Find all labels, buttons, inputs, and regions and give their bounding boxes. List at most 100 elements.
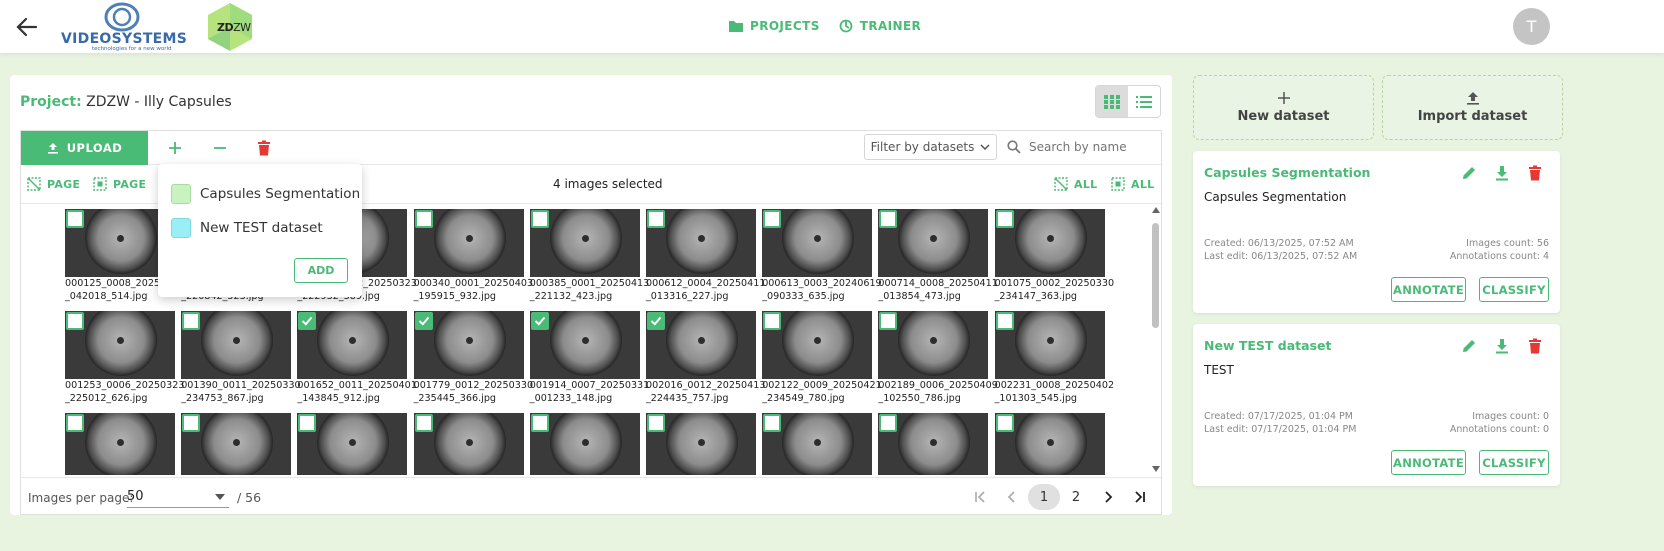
last-page-button[interactable] bbox=[1124, 484, 1156, 510]
image-checkbox[interactable] bbox=[66, 210, 84, 228]
page-2-button[interactable]: 2 bbox=[1060, 484, 1092, 510]
delete-dataset-button[interactable] bbox=[1525, 336, 1544, 355]
image-filename-line1: 000340_0001_20250403 bbox=[413, 278, 534, 289]
download-dataset-button[interactable] bbox=[1492, 163, 1511, 182]
delete-images-button[interactable] bbox=[253, 138, 275, 158]
delete-dataset-button[interactable] bbox=[1525, 163, 1544, 182]
image-checkbox[interactable] bbox=[298, 414, 317, 432]
image-checkbox[interactable] bbox=[647, 312, 665, 330]
image-checkbox[interactable] bbox=[66, 414, 84, 432]
select-all-button[interactable]: ALL bbox=[1111, 177, 1154, 191]
image-checkbox[interactable] bbox=[879, 312, 898, 330]
image-filename: 002231_0008_20250402 _101303_545.jpg bbox=[994, 379, 1114, 405]
images-per-page-value: 50 bbox=[127, 489, 144, 504]
image-checkbox[interactable] bbox=[995, 210, 1014, 228]
image-checkbox[interactable] bbox=[182, 414, 201, 432]
deselect-page-button[interactable]: PAGE bbox=[27, 177, 80, 191]
image-checkbox[interactable] bbox=[879, 210, 898, 228]
image-filename: 002189_0006_20250409 _102550_786.jpg bbox=[878, 379, 998, 405]
image-checkbox[interactable] bbox=[647, 414, 665, 432]
deselect-all-button[interactable]: ALL bbox=[1054, 177, 1097, 191]
capsule-center bbox=[698, 235, 705, 242]
edit-dataset-button[interactable] bbox=[1459, 336, 1478, 355]
capsule-center bbox=[581, 439, 589, 446]
image-checkbox[interactable] bbox=[995, 414, 1014, 432]
dataset-card-actions bbox=[1459, 163, 1544, 182]
image-checkbox[interactable] bbox=[414, 210, 433, 228]
pager: 1 2 bbox=[964, 484, 1156, 510]
popup-dataset-capsules[interactable]: Capsules Segmentation bbox=[171, 184, 360, 204]
classify-button[interactable]: CLASSIFY bbox=[1479, 277, 1549, 302]
dataset-card-description: TEST bbox=[1204, 363, 1234, 377]
dropdown-arrow-icon bbox=[215, 493, 225, 500]
image-checkbox[interactable] bbox=[182, 312, 201, 330]
image-filename-line2: _001233_148.jpg bbox=[529, 393, 613, 404]
edit-dataset-button[interactable] bbox=[1459, 163, 1478, 182]
dataset-color-swatch bbox=[171, 184, 191, 204]
image-filename-line2: _090333_635.jpg bbox=[762, 291, 845, 302]
annotate-button[interactable]: ANNOTATE bbox=[1391, 450, 1466, 475]
grid-view-button[interactable] bbox=[1096, 86, 1128, 117]
user-avatar[interactable]: T bbox=[1513, 8, 1550, 45]
select-page-button[interactable]: PAGE bbox=[93, 177, 146, 191]
image-checkbox[interactable] bbox=[414, 414, 433, 432]
image-checkbox[interactable] bbox=[647, 210, 665, 228]
image-filename-line2: _101303_545.jpg bbox=[994, 393, 1078, 404]
checkmark-icon bbox=[418, 316, 429, 326]
scrollbar-thumb[interactable] bbox=[1152, 223, 1159, 328]
filter-label: Filter by datasets bbox=[870, 140, 975, 154]
image-checkbox[interactable] bbox=[530, 312, 549, 330]
image-checkbox[interactable] bbox=[530, 414, 549, 432]
dataset-created: Created: 06/13/2025, 07:52 AM bbox=[1204, 238, 1354, 249]
image-filename-line2: _235445_366.jpg bbox=[413, 393, 497, 404]
image-filename-line2: _013316_227.jpg bbox=[646, 291, 729, 302]
grid-scrollbar[interactable] bbox=[1151, 205, 1161, 475]
scroll-up-icon[interactable] bbox=[1152, 207, 1160, 213]
select-all-label: ALL bbox=[1131, 177, 1155, 191]
image-checkbox[interactable] bbox=[763, 414, 782, 432]
prev-page-button[interactable] bbox=[996, 484, 1028, 510]
first-page-button[interactable] bbox=[964, 484, 996, 510]
import-dataset-button[interactable]: Import dataset bbox=[1382, 75, 1563, 140]
image-checkbox[interactable] bbox=[298, 312, 317, 330]
image-filename: 002122_0009_20250421 _234549_780.jpg bbox=[762, 379, 881, 405]
add-to-dataset-button[interactable] bbox=[164, 138, 186, 158]
remove-from-dataset-button[interactable] bbox=[209, 138, 231, 158]
image-filename-line2: _224435_757.jpg bbox=[646, 393, 729, 404]
select-page-label: PAGE bbox=[113, 177, 147, 191]
dataset-card-description: Capsules Segmentation bbox=[1204, 190, 1347, 204]
upload-button[interactable]: UPLOAD bbox=[21, 131, 148, 165]
image-filename-line2: _234147_363.jpg bbox=[994, 291, 1078, 302]
top-navigation: PROJECTS TRAINER bbox=[728, 18, 921, 34]
new-dataset-button[interactable]: New dataset bbox=[1193, 75, 1374, 140]
popup-add-button[interactable]: ADD bbox=[294, 258, 348, 283]
scroll-down-icon[interactable] bbox=[1152, 466, 1160, 472]
popup-dataset-test[interactable]: New TEST dataset bbox=[171, 218, 323, 238]
page-1-button[interactable]: 1 bbox=[1028, 484, 1060, 510]
back-arrow-icon[interactable] bbox=[14, 14, 40, 40]
pencil-icon bbox=[1462, 339, 1475, 352]
nav-trainer[interactable]: TRAINER bbox=[838, 18, 921, 34]
next-page-button[interactable] bbox=[1092, 484, 1124, 510]
filter-by-datasets-dropdown[interactable]: Filter by datasets bbox=[864, 134, 997, 160]
image-checkbox[interactable] bbox=[414, 312, 433, 330]
nav-projects-label: PROJECTS bbox=[750, 19, 820, 33]
dataset-images-count: Images count: 0 bbox=[1472, 411, 1549, 422]
pencil-icon bbox=[1462, 166, 1475, 179]
image-checkbox[interactable] bbox=[763, 210, 782, 228]
download-dataset-button[interactable] bbox=[1492, 336, 1511, 355]
annotate-button[interactable]: ANNOTATE bbox=[1391, 277, 1466, 302]
image-checkbox[interactable] bbox=[530, 210, 549, 228]
nav-projects[interactable]: PROJECTS bbox=[728, 18, 820, 34]
images-per-page-select[interactable]: 50 bbox=[127, 486, 229, 508]
search-input[interactable] bbox=[1029, 140, 1144, 154]
image-filename-line1: 002189_0006_20250409 bbox=[878, 380, 998, 391]
image-checkbox[interactable] bbox=[995, 312, 1014, 330]
list-view-button[interactable] bbox=[1128, 86, 1160, 117]
image-checkbox[interactable] bbox=[66, 312, 84, 330]
classify-button[interactable]: CLASSIFY bbox=[1479, 450, 1549, 475]
image-checkbox[interactable] bbox=[879, 414, 898, 432]
image-filename: 000613_0003_20240619 _090333_635.jpg bbox=[762, 277, 881, 303]
image-filename: 000612_0004_20250411 _013316_227.jpg bbox=[646, 277, 765, 303]
image-checkbox[interactable] bbox=[763, 312, 782, 330]
